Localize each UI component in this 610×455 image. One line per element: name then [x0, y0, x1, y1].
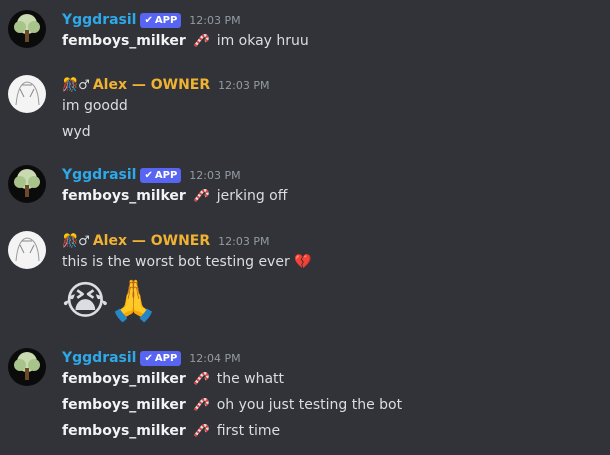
- mentioned-user: femboys_milker: [62, 33, 186, 49]
- message-line: this is the worst bot testing ever 💔: [62, 253, 312, 271]
- author-name[interactable]: Yggdrasil: [62, 12, 136, 28]
- candy-cane-icon: [194, 34, 209, 47]
- broken-heart-emoji: 💔: [294, 254, 312, 270]
- author-name[interactable]: Alex — OWNER: [93, 233, 210, 249]
- mentioned-user: femboys_milker: [62, 397, 186, 413]
- candy-cane-icon: [194, 372, 209, 385]
- message-text: wyd: [62, 124, 91, 140]
- candy-cane-icon: [194, 398, 209, 411]
- message-text: first time: [216, 423, 281, 439]
- timestamp[interactable]: 12:03 PM: [218, 235, 269, 248]
- big-emoji: 😭🙏: [62, 278, 159, 324]
- message-line: femboys_milker the whatt: [62, 370, 284, 388]
- message-text: im goodd: [62, 98, 128, 114]
- timestamp[interactable]: 12:04 PM: [189, 352, 240, 365]
- message-text: the whatt: [216, 371, 285, 387]
- message-line: femboys_milker oh you just testing the b…: [62, 396, 402, 414]
- mentioned-user: femboys_milker: [62, 188, 186, 204]
- message-line: im goodd: [62, 97, 128, 115]
- candy-cane-icon: [194, 424, 209, 437]
- message-header: Yggdrasil ✔ APP 12:04 PM: [62, 348, 241, 368]
- author-name[interactable]: Alex — OWNER: [93, 77, 210, 93]
- timestamp[interactable]: 12:03 PM: [218, 79, 269, 92]
- message-line: wyd: [62, 123, 91, 141]
- message-line: femboys_milker im okay hruu: [62, 32, 309, 50]
- yggdrasil-avatar[interactable]: [8, 165, 46, 203]
- checkmark-icon: ✔: [144, 14, 153, 26]
- alex-avatar[interactable]: [8, 231, 46, 269]
- checkmark-icon: ✔: [144, 169, 153, 181]
- candy-cane-icon: [194, 189, 209, 202]
- yggdrasil-avatar[interactable]: [8, 10, 46, 48]
- message-text: jerking off: [216, 188, 288, 204]
- message-text: this is the worst bot testing ever: [62, 254, 290, 270]
- timestamp[interactable]: 12:03 PM: [189, 169, 240, 182]
- message-header: Yggdrasil ✔ APP 12:03 PM: [62, 10, 241, 30]
- message-line: femboys_milker jerking off: [62, 187, 287, 205]
- app-badge: ✔ APP: [140, 350, 182, 366]
- message-header: 🎊♂ Alex — OWNER 12:03 PM: [62, 75, 269, 95]
- checkmark-icon: ✔: [144, 352, 153, 364]
- message-text: oh you just testing the bot: [216, 397, 403, 413]
- author-name[interactable]: Yggdrasil: [62, 167, 136, 183]
- message-line: femboys_milker first time: [62, 422, 280, 440]
- role-emoji: 🎊♂: [62, 233, 90, 249]
- mentioned-user: femboys_milker: [62, 423, 186, 439]
- yggdrasil-avatar[interactable]: [8, 348, 46, 386]
- message-text: im okay hruu: [216, 33, 309, 49]
- alex-avatar[interactable]: [8, 75, 46, 113]
- author-name[interactable]: Yggdrasil: [62, 350, 136, 366]
- mentioned-user: femboys_milker: [62, 371, 186, 387]
- app-badge: ✔ APP: [140, 12, 182, 28]
- app-badge: ✔ APP: [140, 167, 182, 183]
- message-header: 🎊♂ Alex — OWNER 12:03 PM: [62, 231, 269, 251]
- message-header: Yggdrasil ✔ APP 12:03 PM: [62, 165, 241, 185]
- role-emoji: 🎊♂: [62, 77, 90, 93]
- timestamp[interactable]: 12:03 PM: [189, 14, 240, 27]
